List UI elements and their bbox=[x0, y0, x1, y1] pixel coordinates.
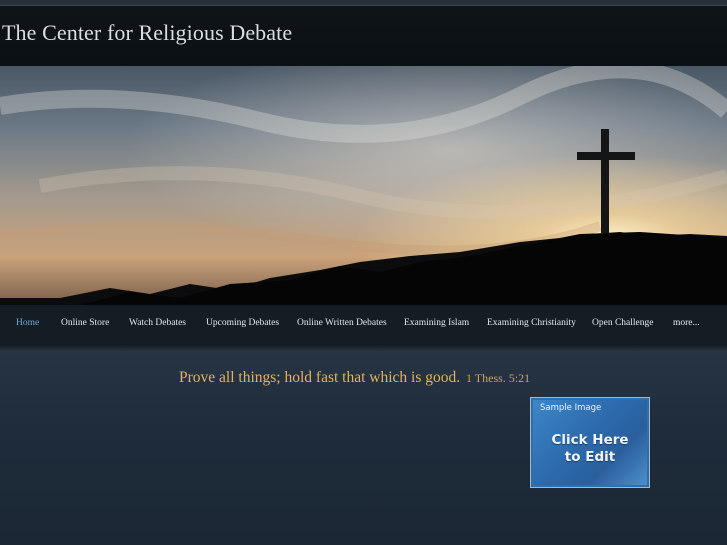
nav-item-upcoming-debates[interactable]: Upcoming Debates bbox=[206, 318, 279, 328]
main-content: Prove all things; hold fast that which i… bbox=[0, 352, 727, 545]
nav-item-watch-debates[interactable]: Watch Debates bbox=[129, 318, 186, 328]
sample-image-background: Sample Image Click Here to Edit bbox=[533, 400, 647, 485]
click-to-edit-text: Click Here to Edit bbox=[533, 432, 647, 466]
sunset-cross-image bbox=[0, 66, 727, 305]
nav-item-online-written-debates[interactable]: Online Written Debates bbox=[297, 318, 387, 328]
site-header: The Center for Religious Debate bbox=[0, 6, 727, 66]
cta-line-1: Click Here bbox=[551, 432, 629, 448]
nav-item-examining-islam[interactable]: Examining Islam bbox=[404, 318, 469, 328]
cta-line-2: to Edit bbox=[564, 449, 616, 465]
site-title[interactable]: The Center for Religious Debate bbox=[2, 20, 292, 46]
nav-item-more[interactable]: more... bbox=[673, 318, 700, 328]
quote-reference: 1 Thess. 5:21 bbox=[466, 371, 531, 385]
nav-item-examining-christianity[interactable]: Examining Christianity bbox=[487, 318, 576, 328]
sample-image-placeholder[interactable]: Sample Image Click Here to Edit bbox=[530, 397, 650, 488]
nav-item-home[interactable]: Home bbox=[16, 318, 39, 328]
main-nav: Home Online Store Watch Debates Upcoming… bbox=[0, 305, 727, 345]
banner-image bbox=[0, 66, 727, 305]
sample-image-label: Sample Image bbox=[540, 403, 602, 413]
quote-text: Prove all things; hold fast that which i… bbox=[179, 369, 461, 386]
nav-item-open-challenge[interactable]: Open Challenge bbox=[592, 318, 653, 328]
nav-divider bbox=[0, 344, 727, 352]
nav-item-online-store[interactable]: Online Store bbox=[61, 318, 109, 328]
scripture-quote: Prove all things; hold fast that which i… bbox=[179, 369, 530, 387]
